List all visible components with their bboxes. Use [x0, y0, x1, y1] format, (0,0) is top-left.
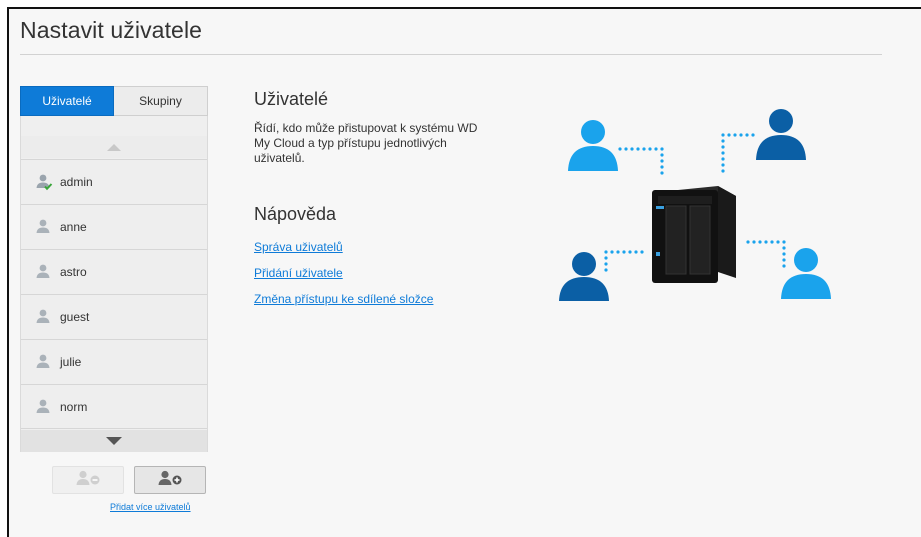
tab-bar: Uživatelé Skupiny: [20, 86, 208, 116]
user-rows: admin anne astro guest julie norm: [21, 159, 207, 429]
chevron-down-icon: [106, 437, 122, 445]
user-name: anne: [60, 220, 87, 234]
help-link-add-user[interactable]: Přidání uživatele: [254, 266, 343, 280]
section-description: Řídí, kdo může přistupovat k systému WD …: [254, 121, 478, 165]
chevron-up-icon: [107, 143, 121, 151]
list-item-guest[interactable]: guest: [21, 294, 207, 339]
help-link-manage-users[interactable]: Správa uživatelů: [254, 240, 343, 254]
remove-user-icon: [75, 470, 101, 491]
user-icon: [35, 353, 53, 371]
scroll-down-button[interactable]: [21, 430, 207, 452]
page-title: Nastavit uživatele: [20, 17, 203, 43]
user-name: guest: [60, 310, 90, 324]
list-item-admin[interactable]: admin: [21, 159, 207, 204]
user-figure-icon: [568, 120, 618, 171]
user-icon: [35, 308, 53, 326]
user-figure-icon: [756, 109, 806, 160]
admin-user-icon: [35, 173, 53, 191]
list-item-norm[interactable]: norm: [21, 384, 207, 429]
add-user-icon: [157, 470, 183, 491]
user-icon: [35, 398, 53, 416]
user-name: admin: [60, 175, 93, 189]
section-title: Uživatelé: [254, 89, 329, 109]
user-name: julie: [60, 355, 82, 369]
tab-groups[interactable]: Skupiny: [114, 86, 208, 116]
add-user-button[interactable]: [134, 466, 206, 494]
list-item-anne[interactable]: anne: [21, 204, 207, 249]
help-link-change-share-access[interactable]: Změna přístupu ke sdílené složce: [254, 292, 433, 306]
user-name: astro: [60, 265, 87, 279]
user-icon: [35, 218, 53, 236]
scroll-up-button[interactable]: [21, 136, 207, 158]
users-nas-illustration: [548, 106, 848, 306]
nas-device-icon: [652, 186, 736, 283]
help-title: Nápověda: [254, 204, 337, 224]
user-icon: [35, 263, 53, 281]
user-figure-icon: [559, 252, 609, 301]
list-item-julie[interactable]: julie: [21, 339, 207, 384]
tab-users[interactable]: Uživatelé: [20, 86, 114, 116]
title-divider: [20, 54, 882, 55]
add-more-users-link[interactable]: Přidat více uživatelů: [110, 502, 191, 512]
list-item-astro[interactable]: astro: [21, 249, 207, 294]
user-name: norm: [60, 399, 88, 414]
user-figure-icon: [781, 248, 831, 299]
remove-user-button[interactable]: [52, 466, 124, 494]
user-list: admin anne astro guest julie norm: [20, 116, 208, 452]
